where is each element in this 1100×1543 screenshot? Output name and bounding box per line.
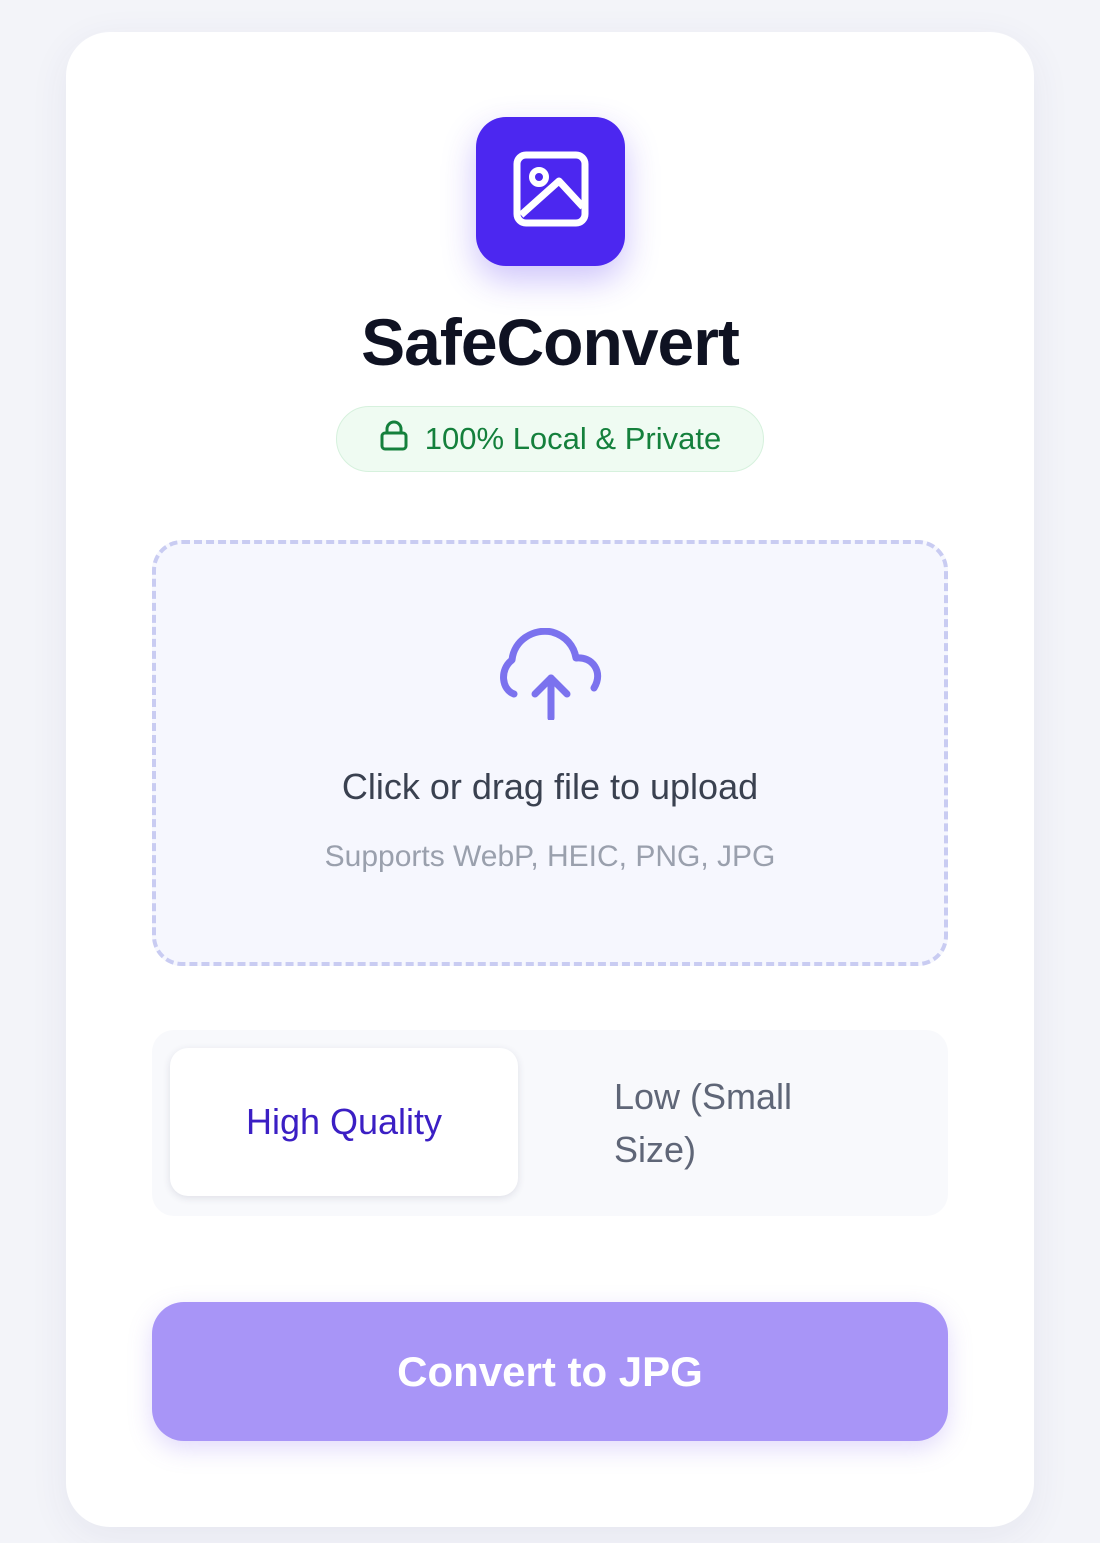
lock-icon [379, 419, 409, 459]
quality-toggle: High Quality Low (Small Size) [152, 1030, 948, 1216]
quality-option-high[interactable]: High Quality [170, 1048, 518, 1196]
converter-card: SafeConvert 100% Local & Private Click o… [66, 32, 1034, 1527]
upload-supported-formats: Supports WebP, HEIC, PNG, JPG [324, 840, 776, 873]
app-logo [476, 117, 625, 266]
privacy-badge: 100% Local & Private [336, 406, 764, 472]
upload-title: Click or drag file to upload [341, 766, 759, 807]
convert-button[interactable]: Convert to JPG [152, 1302, 948, 1441]
privacy-badge-label: 100% Local & Private [424, 421, 722, 456]
image-icon [513, 151, 589, 232]
cloud-upload-icon [500, 627, 602, 725]
upload-dropzone[interactable]: Click or drag file to upload Supports We… [152, 540, 948, 966]
app-title: SafeConvert [361, 305, 740, 379]
quality-option-low[interactable]: Low (Small Size) [614, 1070, 854, 1176]
